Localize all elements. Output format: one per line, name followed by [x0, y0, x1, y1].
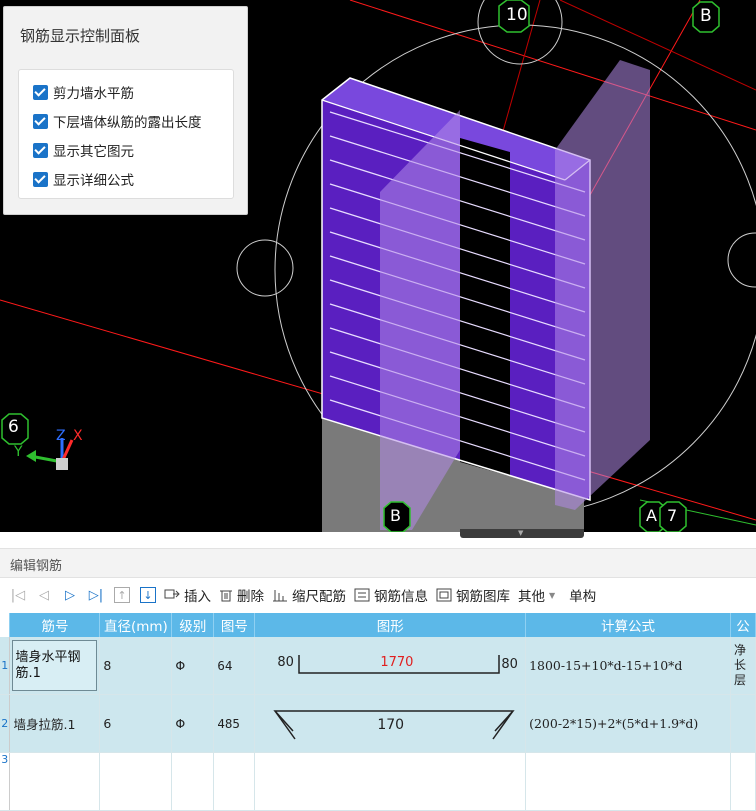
- table-row[interactable]: 3: [0, 752, 756, 811]
- diameter-cell[interactable]: 6: [99, 694, 173, 753]
- previous-record-icon[interactable]: ◁: [36, 587, 52, 603]
- option-show-detailed-formula[interactable]: 显示详细公式: [33, 169, 134, 189]
- rebar-info-button[interactable]: 钢筋信息: [354, 585, 428, 605]
- triad-x-label: X: [73, 428, 83, 444]
- shape-right-length: 80: [501, 657, 518, 672]
- grid-bubble: [236, 239, 294, 297]
- rebar-library-label: 钢筋图库: [456, 589, 510, 605]
- other-label: 其他: [518, 589, 545, 605]
- header-formula[interactable]: 计算公式: [525, 613, 731, 637]
- rebar-display-control-panel: 钢筋显示控制面板 剪力墙水平筋 下层墙体纵筋的露出长度 显示其它图元 显示详细公…: [3, 6, 248, 215]
- row-number: 3: [0, 752, 11, 811]
- delete-button[interactable]: 删除: [219, 585, 264, 605]
- control-panel-title: 钢筋显示控制面板: [20, 27, 141, 45]
- shape-no-cell[interactable]: 64: [213, 637, 256, 695]
- scale-ruler-icon: [273, 590, 287, 602]
- shape-no-cell[interactable]: 485: [213, 694, 256, 753]
- table-row[interactable]: 1 墙身水平钢筋.1 8 Φ 64 80 1770 80 1800-15+10*…: [0, 637, 756, 695]
- axis-label-10: 10: [506, 5, 528, 25]
- insert-button[interactable]: 插入: [164, 585, 211, 605]
- option-label: 下层墙体纵筋的露出长度: [53, 115, 202, 131]
- rebar-info-icon: [354, 588, 370, 602]
- header-extra[interactable]: 公: [730, 613, 756, 637]
- axis-label-b-bottom: B: [390, 506, 401, 525]
- formula-cell[interactable]: (200-2*15)+2*(5*d+1.9*d): [525, 694, 731, 753]
- checkbox-checked-icon[interactable]: [33, 113, 48, 129]
- rebar-library-button[interactable]: 钢筋图库: [436, 585, 510, 605]
- rebar-library-icon: [436, 588, 452, 602]
- shape-cell[interactable]: 170: [254, 694, 527, 753]
- bar-name-cell[interactable]: 墙身拉筋.1: [9, 694, 101, 753]
- editor-toolbar: |◁ ◁ ▷ ▷| ↑ ↓ 插入 删除 缩尺配筋 钢筋信息 钢筋图库 其他 ▼: [0, 578, 756, 612]
- wall-gap: [460, 138, 510, 476]
- triad-y-label: Y: [14, 444, 23, 460]
- option-label: 剪力墙水平筋: [53, 86, 134, 102]
- axis-label-b-top: B: [700, 6, 712, 26]
- first-record-icon[interactable]: |◁: [10, 587, 26, 603]
- chevron-down-icon: ▼: [518, 529, 524, 537]
- other-menu-button[interactable]: 其他 ▼: [518, 585, 555, 605]
- header-shape[interactable]: 图形: [254, 613, 527, 637]
- header-diameter[interactable]: 直径(mm): [99, 613, 173, 637]
- option-lower-wall-exposed-length[interactable]: 下层墙体纵筋的露出长度: [33, 111, 202, 131]
- option-show-other-elements[interactable]: 显示其它图元: [33, 140, 134, 160]
- checkbox-checked-icon[interactable]: [33, 84, 48, 100]
- option-label: 显示详细公式: [53, 173, 134, 189]
- delete-label: 删除: [237, 589, 264, 605]
- move-up-icon[interactable]: ↑: [114, 587, 130, 603]
- rebar-info-label: 钢筋信息: [374, 589, 428, 605]
- insert-label: 插入: [184, 589, 211, 605]
- grid-bubble: [727, 232, 756, 288]
- extra-cell[interactable]: 净长层: [730, 637, 756, 695]
- panel-collapse-handle[interactable]: ▼: [460, 529, 584, 538]
- row-number: 1: [0, 637, 11, 695]
- column-slab-right: [555, 60, 650, 510]
- header-shape-no[interactable]: 图号: [213, 613, 256, 637]
- table-row[interactable]: 2 墙身拉筋.1 6 Φ 485 170 (200-2*15)+2*(5*d+1…: [0, 694, 756, 753]
- grade-cell[interactable]: Φ: [171, 694, 215, 753]
- option-shear-wall-horizontal[interactable]: 剪力墙水平筋: [33, 82, 134, 102]
- last-record-icon[interactable]: ▷|: [88, 587, 104, 603]
- grade-cell[interactable]: Φ: [171, 637, 215, 695]
- rebar-table: 筋号 直径(mm) 级别 图号 图形 计算公式 公 1 墙身水平钢筋.1 8 Φ…: [0, 613, 756, 811]
- checkbox-checked-icon[interactable]: [33, 171, 48, 187]
- next-record-icon[interactable]: ▷: [62, 587, 78, 603]
- shape-mid-length: 1770: [380, 655, 414, 670]
- scale-config-label: 缩尺配筋: [292, 589, 346, 605]
- option-label: 显示其它图元: [53, 144, 134, 160]
- rebar-editor-panel: 编辑钢筋 |◁ ◁ ▷ ▷| ↑ ↓ 插入 删除 缩尺配筋 钢筋信息 钢筋图库 …: [0, 538, 756, 811]
- control-panel-options: 剪力墙水平筋 下层墙体纵筋的露出长度 显示其它图元 显示详细公式: [18, 69, 234, 199]
- caret-down-icon: ▼: [549, 590, 556, 600]
- scale-config-button[interactable]: 缩尺配筋: [272, 585, 346, 605]
- bar-name-cell[interactable]: 墙身水平钢筋.1: [9, 637, 101, 695]
- move-down-icon[interactable]: ↓: [140, 587, 156, 603]
- axis-label-a: A: [646, 506, 657, 525]
- axis-label-6: 6: [8, 417, 19, 437]
- checkbox-checked-icon[interactable]: [33, 142, 48, 158]
- insert-icon: [164, 589, 180, 599]
- header-rownum: [0, 613, 11, 637]
- single-component-button[interactable]: 单构: [569, 585, 596, 605]
- row-number: 2: [0, 694, 11, 753]
- trash-icon: [220, 590, 232, 602]
- shape-left-length: 80: [277, 655, 294, 670]
- header-bar-no[interactable]: 筋号: [9, 613, 101, 637]
- bar-name-editor[interactable]: 墙身水平钢筋.1: [12, 640, 98, 691]
- triad-z-label: Z: [56, 428, 66, 444]
- axis-label-7: 7: [667, 506, 678, 525]
- header-grade[interactable]: 级别: [171, 613, 215, 637]
- shape-cell[interactable]: 80 1770 80: [254, 637, 527, 695]
- table-header-row: 筋号 直径(mm) 级别 图号 图形 计算公式 公: [0, 613, 756, 637]
- 3d-viewport[interactable]: 10 B 6 B A 7 Y Z X 钢筋显示控制面板 剪力墙水平筋 下层墙体纵…: [0, 0, 756, 532]
- single-label: 单构: [569, 589, 597, 605]
- formula-cell[interactable]: 1800-15+10*d-15+10*d: [525, 637, 731, 695]
- extra-cell[interactable]: [730, 694, 756, 753]
- editor-header: 编辑钢筋: [0, 548, 756, 578]
- editor-title: 编辑钢筋: [10, 559, 63, 574]
- diameter-cell[interactable]: 8: [99, 637, 173, 695]
- shape-mid-length: 170: [377, 717, 405, 733]
